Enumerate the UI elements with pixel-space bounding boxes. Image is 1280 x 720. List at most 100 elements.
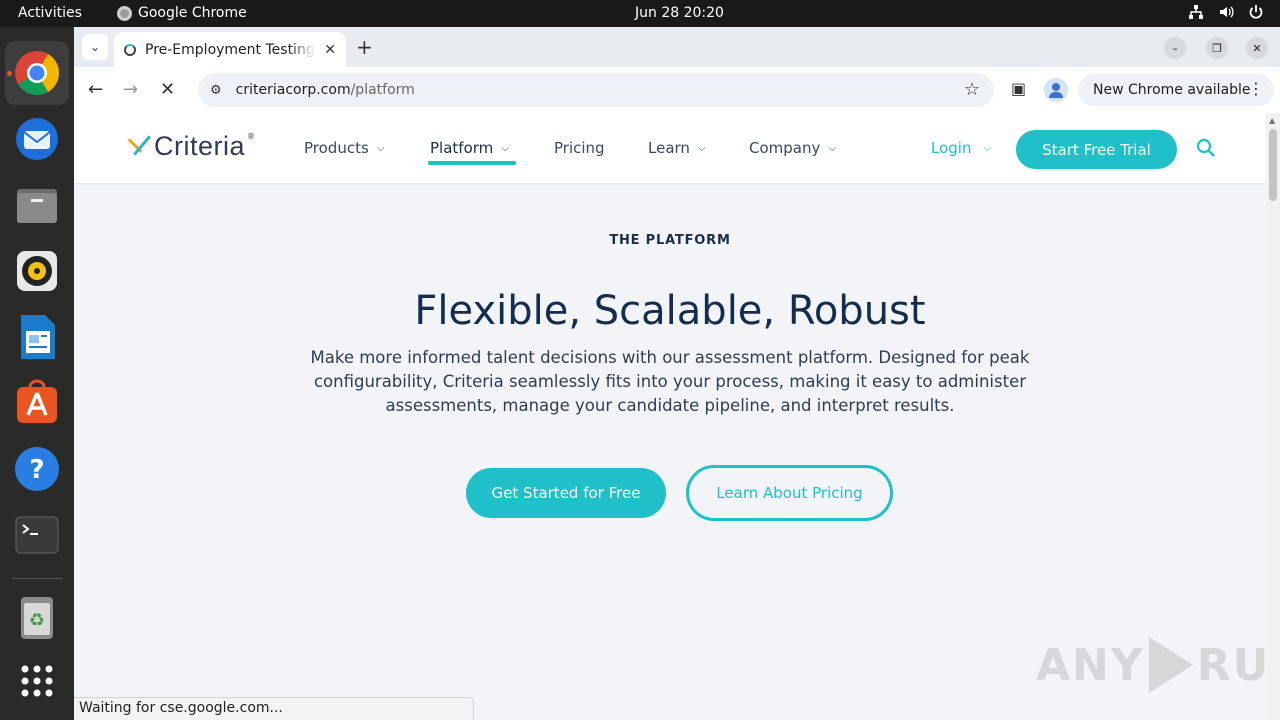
criteria-logo[interactable]: Criteria ®	[124, 130, 255, 162]
criteria-x-logo-icon	[124, 130, 152, 162]
nav-company-label: Company	[749, 139, 821, 157]
play-logo-icon	[1148, 637, 1193, 693]
tab-active[interactable]: Pre-Employment Testing ✕	[114, 32, 346, 67]
power-icon	[1249, 5, 1263, 19]
hero-description: Make more informed talent decisions with…	[310, 348, 1030, 415]
url-path: /platform	[350, 82, 415, 98]
url-host: criteriacorp.com	[235, 82, 351, 98]
update-chrome-button[interactable]: New Chrome available ⋮	[1078, 74, 1274, 106]
profile-head-icon	[1052, 83, 1060, 91]
profile-body-icon	[1049, 92, 1063, 98]
nav-company[interactable]: Company ⌵	[749, 139, 836, 157]
tab-close-icon[interactable]: ✕	[324, 42, 336, 58]
dock-separator	[12, 578, 62, 579]
watermark-right-text: RUN	[1196, 639, 1266, 691]
nav-products[interactable]: Products ⌵	[304, 139, 384, 157]
browser-toolbar: ← → ✕ ⚙ criteriacorp.com /platform ☆ ▣ N…	[74, 67, 1280, 113]
close-window-button[interactable]: ✕	[1246, 37, 1268, 59]
chevron-down-icon: ⌄	[89, 40, 101, 54]
start-free-trial-button[interactable]: Start Free Trial	[1016, 130, 1177, 169]
chevron-down-icon: ⌵	[983, 142, 992, 154]
dock-help[interactable]: ?	[5, 437, 69, 501]
app-center-icon	[17, 379, 57, 423]
dock-writer[interactable]	[5, 305, 69, 369]
nav-learn[interactable]: Learn ⌵	[648, 139, 706, 157]
page-scrollbar[interactable]: ▲	[1266, 113, 1280, 720]
brand-name: Criteria	[154, 130, 246, 161]
svg-text:♻: ♻	[29, 610, 45, 631]
dock-terminal[interactable]	[5, 503, 69, 567]
rhythmbox-icon	[17, 251, 57, 291]
files-icon	[17, 189, 57, 223]
chevron-down-icon: ⌵	[697, 142, 706, 154]
network-icon	[1189, 5, 1203, 19]
dock-app-center[interactable]	[5, 371, 69, 435]
minimize-button[interactable]: –	[1164, 37, 1186, 59]
nav-pricing-label: Pricing	[554, 139, 605, 157]
scroll-up-arrow-icon[interactable]: ▲	[1269, 116, 1275, 125]
bookmark-star-icon[interactable]: ☆	[964, 79, 980, 100]
watermark-left-text: ANY	[1036, 639, 1145, 691]
app-name: Google Chrome	[138, 5, 247, 21]
nav-learn-label: Learn	[648, 139, 690, 157]
back-arrow-icon[interactable]: ←	[88, 79, 103, 100]
new-tab-button[interactable]: +	[356, 35, 373, 59]
svg-text:?: ?	[29, 455, 44, 485]
loading-favicon-icon	[124, 43, 136, 56]
trash-icon: ♻	[21, 597, 53, 639]
running-indicator	[7, 71, 12, 76]
profile-avatar[interactable]	[1044, 78, 1068, 102]
kebab-menu-icon[interactable]: ⋮	[1248, 79, 1264, 98]
search-icon	[1196, 138, 1215, 157]
clock[interactable]: Jun 28 20:20	[635, 5, 724, 21]
login-label: Login	[931, 139, 972, 157]
section-eyebrow: THE PLATFORM	[609, 233, 731, 248]
maximize-button[interactable]: ❐	[1206, 37, 1228, 59]
anyrun-watermark: ANY RUN	[1036, 637, 1266, 693]
registered-mark: ®	[247, 132, 256, 141]
dock-thunderbird[interactable]	[5, 107, 69, 171]
app-menu[interactable]: Google Chrome	[117, 5, 247, 21]
site-search-button[interactable]	[1196, 138, 1216, 162]
dock-trash[interactable]: ♻	[5, 585, 69, 649]
help-icon: ?	[15, 447, 59, 491]
volume-icon	[1220, 6, 1234, 18]
dock-rhythmbox[interactable]	[5, 239, 69, 303]
activities-button[interactable]: Activities	[18, 5, 82, 21]
status-bubble: Waiting for cse.google.com...	[74, 697, 474, 720]
address-bar[interactable]: ⚙ criteriacorp.com /platform ☆	[198, 73, 994, 107]
nav-platform-label: Platform	[430, 139, 494, 157]
scrollbar-thumb[interactable]	[1269, 129, 1277, 201]
learn-about-pricing-button[interactable]: Learn About Pricing	[686, 465, 893, 521]
tab-strip: ⌄ Pre-Employment Testing ✕ + – ❐ ✕	[74, 27, 1280, 67]
site-header: Criteria ® Products ⌵ Platform ⌵ Pricing…	[74, 113, 1266, 183]
side-panel-icon[interactable]: ▣	[1011, 79, 1026, 98]
get-started-button[interactable]: Get Started for Free	[466, 468, 666, 518]
system-tray[interactable]	[1188, 4, 1264, 20]
hero-headline: Flexible, Scalable, Robust	[414, 288, 926, 334]
site-info-icon[interactable]: ⚙	[210, 83, 222, 98]
login-menu[interactable]: Login ⌵	[931, 139, 991, 157]
nav-platform[interactable]: Platform ⌵	[430, 139, 509, 157]
dock-chrome[interactable]	[5, 41, 69, 105]
tab-search-button[interactable]: ⌄	[82, 34, 108, 60]
app-grid-icon	[21, 665, 53, 697]
chevron-down-icon: ⌵	[501, 142, 509, 154]
nav-pricing[interactable]: Pricing	[554, 139, 605, 157]
system-top-bar: Activities Google Chrome Jun 28 20:20	[0, 0, 1280, 27]
terminal-icon	[15, 516, 59, 554]
chevron-down-icon: ⌵	[376, 142, 385, 154]
chevron-down-icon: ⌵	[828, 142, 836, 154]
dock-app-grid[interactable]	[5, 649, 69, 713]
dock: ? ♻	[0, 27, 74, 720]
stop-loading-icon[interactable]: ✕	[160, 79, 175, 100]
browser-window: ⌄ Pre-Employment Testing ✕ + – ❐ ✕ ← → ✕…	[74, 27, 1280, 720]
dock-files[interactable]	[5, 173, 69, 237]
update-chip-label: New Chrome available	[1093, 82, 1251, 98]
forward-arrow-icon[interactable]: →	[123, 79, 138, 100]
active-nav-underline	[428, 161, 516, 165]
web-page: Criteria ® Products ⌵ Platform ⌵ Pricing…	[74, 113, 1266, 720]
tab-title: Pre-Employment Testing	[145, 41, 315, 58]
chrome-icon	[15, 51, 59, 95]
nav-products-label: Products	[304, 139, 369, 157]
